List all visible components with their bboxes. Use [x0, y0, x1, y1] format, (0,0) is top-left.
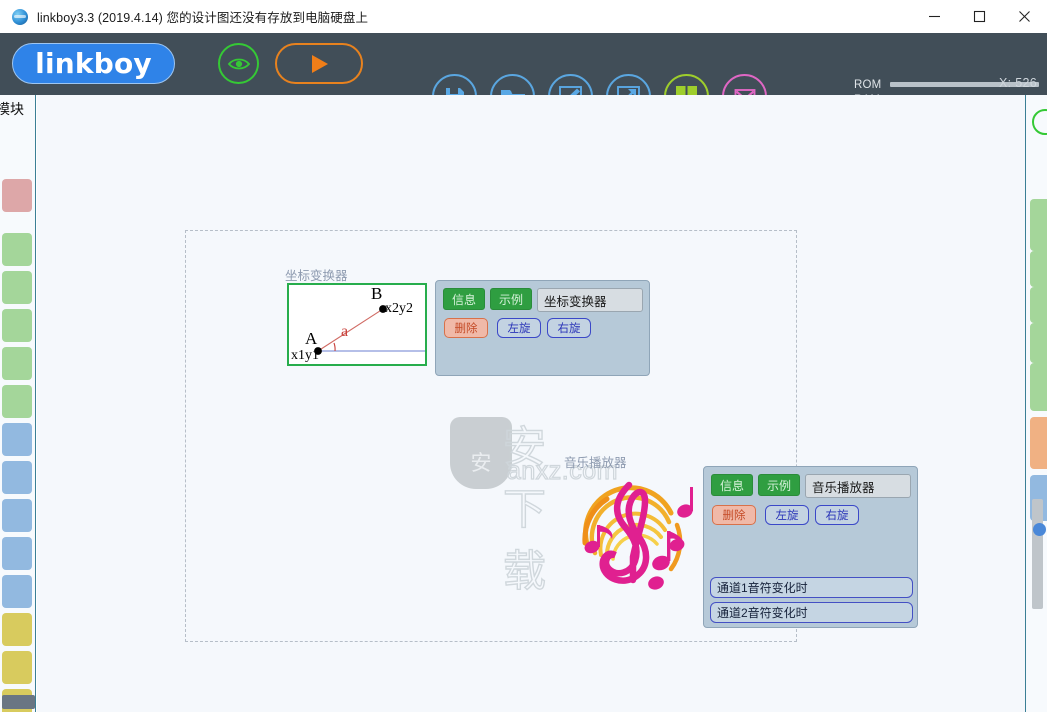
- delete-button[interactable]: 删除: [444, 318, 488, 338]
- eye-icon: [1032, 109, 1047, 135]
- right-module-palette[interactable]: 数 运 算 数 广 高 显: [1025, 95, 1047, 712]
- palette-chip[interactable]: [2, 309, 32, 342]
- example-button[interactable]: 示例: [758, 474, 800, 496]
- design-canvas[interactable]: 坐标变换器 A x1y1 B x2y2 a 信息 示例 坐标变换器 删除 左旋 …: [37, 95, 1025, 712]
- point-a-coords: x1y1: [291, 348, 319, 363]
- palette-chip[interactable]: [2, 233, 32, 266]
- palette-chip[interactable]: [2, 651, 32, 684]
- coordinate-converter-panel[interactable]: 信息 示例 坐标变换器 删除 左旋 右旋: [435, 280, 650, 376]
- point-a-label: A: [305, 329, 318, 348]
- segment-ab: [317, 308, 384, 352]
- rotate-right-button[interactable]: 右旋: [815, 505, 859, 525]
- palette-chip[interactable]: [2, 385, 32, 418]
- rotate-left-button[interactable]: 左旋: [765, 505, 809, 525]
- right-palette-scrollbar[interactable]: [1032, 499, 1046, 609]
- point-b-label: B: [371, 284, 383, 303]
- palette-chip[interactable]: [2, 423, 32, 456]
- scrollbar-thumb[interactable]: [1033, 523, 1046, 536]
- minimize-button[interactable]: [912, 0, 957, 33]
- module-name-field[interactable]: 音乐播放器: [805, 474, 911, 498]
- event-row[interactable]: 通道1音符变化时: [710, 577, 913, 598]
- right-palette-chip[interactable]: 数: [1030, 199, 1047, 251]
- coordinate-x: X: 526: [999, 76, 1037, 90]
- angle-label: a: [341, 323, 349, 340]
- point-b-coords: x2y2: [385, 301, 413, 316]
- close-button[interactable]: [1002, 0, 1047, 33]
- right-palette-chip[interactable]: 运: [1030, 251, 1047, 287]
- left-module-palette[interactable]: 模块: [0, 95, 36, 712]
- coordinate-converter-diagram[interactable]: A x1y1 B x2y2 a: [287, 283, 427, 366]
- palette-chip[interactable]: [2, 499, 32, 532]
- right-palette-chip[interactable]: 广: [1030, 363, 1047, 411]
- palette-chip[interactable]: [2, 461, 32, 494]
- rotate-left-button[interactable]: 左旋: [497, 318, 541, 338]
- rotate-right-button[interactable]: 右旋: [547, 318, 591, 338]
- info-button[interactable]: 信息: [443, 288, 485, 310]
- example-button[interactable]: 示例: [490, 288, 532, 310]
- info-button[interactable]: 信息: [711, 474, 753, 496]
- palette-chip[interactable]: [2, 575, 32, 608]
- palette-chip[interactable]: [2, 271, 32, 304]
- play-icon: [312, 54, 328, 73]
- module-name-field[interactable]: 坐标变换器: [537, 288, 643, 312]
- palette-chip[interactable]: [2, 613, 32, 646]
- palette-chip[interactable]: [2, 347, 32, 380]
- main-toolbar: linkboy ROM X: 526: [0, 33, 1047, 119]
- rom-label: ROM: [854, 78, 882, 91]
- music-notes-icon[interactable]: [559, 465, 704, 600]
- linkboy-globe-icon: [12, 8, 28, 25]
- right-palette-chip[interactable]: 数: [1030, 323, 1047, 363]
- angle-arc: [333, 342, 336, 352]
- event-row[interactable]: 通道2音符变化时: [710, 602, 913, 623]
- coordinate-converter-title: 坐标变换器: [285, 269, 348, 283]
- music-player-panel[interactable]: 信息 示例 音乐播放器 删除 左旋 右旋 通道1音符变化时 通道2音符变化时: [703, 466, 918, 628]
- right-palette-chip[interactable]: 高: [1030, 417, 1047, 469]
- title-bar: linkboy3.3 (2019.4.14) 您的设计图还没有存放到电脑硬盘上: [0, 0, 1047, 33]
- app-logo[interactable]: linkboy: [12, 43, 175, 84]
- window-controls: [912, 0, 1047, 33]
- eye-icon: [227, 58, 250, 69]
- delete-button[interactable]: 删除: [712, 505, 756, 525]
- application-window: linkboy3.3 (2019.4.14) 您的设计图还没有存放到电脑硬盘上 …: [0, 0, 1047, 712]
- palette-chip[interactable]: [2, 537, 32, 570]
- right-palette-chip[interactable]: 算: [1030, 287, 1047, 323]
- left-palette-scrollbar[interactable]: [2, 695, 35, 709]
- maximize-button[interactable]: [957, 0, 1002, 33]
- preview-button[interactable]: [218, 43, 259, 84]
- left-palette-title: 模块: [0, 101, 24, 117]
- run-button[interactable]: [275, 43, 363, 84]
- palette-chip[interactable]: [2, 179, 32, 212]
- window-title: linkboy3.3 (2019.4.14) 您的设计图还没有存放到电脑硬盘上: [37, 11, 369, 25]
